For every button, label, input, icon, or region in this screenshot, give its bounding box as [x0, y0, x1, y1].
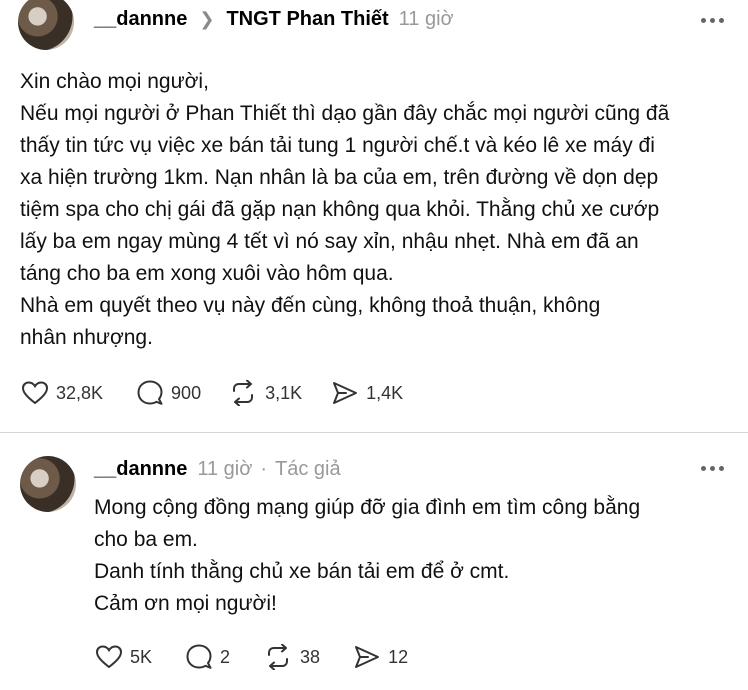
- post-actions: 32,8K 900 3,1K 1,4K: [22, 380, 437, 406]
- share-count: 12: [388, 646, 409, 667]
- reply-paragraph: Mong cộng đồng mạng giúp đỡ gia đình em …: [94, 496, 641, 519]
- post-paragraph: nhân nhượng.: [20, 326, 153, 349]
- like-count: 32,8K: [56, 382, 104, 403]
- post-paragraph: táng cho ba em xong xuôi vào hôm qua.: [20, 262, 394, 285]
- reply-button[interactable]: 900: [137, 380, 201, 406]
- reply-count: 2: [220, 646, 231, 667]
- like-count: 5K: [130, 646, 153, 667]
- post-body: Xin chào mọi người, Nếu mọi người ở Phan…: [20, 66, 669, 354]
- send-icon: [355, 646, 380, 668]
- post-paragraph: Nếu mọi người ở Phan Thiết thì dạo gần đ…: [20, 102, 670, 125]
- reply-paragraph: Cảm ơn mọi người!: [94, 592, 277, 615]
- more-icon[interactable]: [701, 466, 724, 471]
- repost-icon: [233, 380, 254, 406]
- reply-paragraph: cho ba em.: [94, 528, 198, 551]
- divider: [0, 432, 748, 433]
- username[interactable]: __dannne: [94, 8, 187, 31]
- comment-icon: [137, 380, 163, 405]
- dot-separator: ·: [260, 458, 268, 480]
- share-count: 1,4K: [366, 382, 404, 403]
- timestamp: 11 giờ: [197, 458, 253, 480]
- chevron-right-icon: ❯: [199, 9, 215, 29]
- author-badge: Tác giả: [275, 458, 341, 480]
- heart-icon: [96, 645, 122, 669]
- reply-actions: 5K 2 38 12: [96, 644, 442, 670]
- like-button[interactable]: 32,8K: [22, 381, 103, 405]
- reply-header: __dannne 11 giờ · Tác giả: [94, 458, 341, 481]
- reply-count: 900: [171, 382, 202, 403]
- repost-icon: [268, 644, 289, 670]
- reply-paragraph: Danh tính thằng chủ xe bán tải em để ở c…: [94, 560, 510, 583]
- heart-icon: [22, 381, 48, 405]
- timestamp: 11 giờ: [398, 8, 454, 30]
- reply-body: Mong cộng đồng mạng giúp đỡ gia đình em …: [94, 492, 640, 620]
- post-paragraph: tiệm spa cho chị gái đã gặp nạn không qu…: [20, 198, 660, 221]
- reply-button[interactable]: 2: [186, 644, 230, 670]
- repost-button[interactable]: 38: [264, 644, 320, 670]
- repost-count: 3,1K: [265, 382, 303, 403]
- community-name[interactable]: TNGT Phan Thiết: [226, 8, 388, 31]
- post-paragraph: Xin chào mọi người,: [20, 70, 209, 93]
- username[interactable]: __dannne: [94, 458, 187, 481]
- share-button[interactable]: 12: [354, 645, 408, 669]
- share-button[interactable]: 1,4K: [332, 381, 403, 405]
- post-paragraph: Nhà em quyết theo vụ này đến cùng, không…: [20, 294, 601, 317]
- post-paragraph: thấy tin tức vụ việc xe bán tải tung 1 n…: [20, 134, 655, 157]
- send-icon: [333, 382, 358, 404]
- more-icon[interactable]: [701, 18, 724, 23]
- repost-count: 38: [300, 646, 321, 667]
- avatar[interactable]: [20, 456, 76, 512]
- repost-button[interactable]: 3,1K: [229, 380, 302, 406]
- comment-icon: [186, 644, 212, 669]
- post-paragraph: lấy ba em ngay mùng 4 tết vì nó say xỉn,…: [20, 230, 639, 253]
- avatar[interactable]: [18, 0, 74, 50]
- post-paragraph: xa hiện trường 1km. Nạn nhân là ba của e…: [20, 166, 659, 189]
- post-header: __dannne ❯ TNGT Phan Thiết 11 giờ: [94, 8, 454, 31]
- like-button[interactable]: 5K: [96, 645, 152, 669]
